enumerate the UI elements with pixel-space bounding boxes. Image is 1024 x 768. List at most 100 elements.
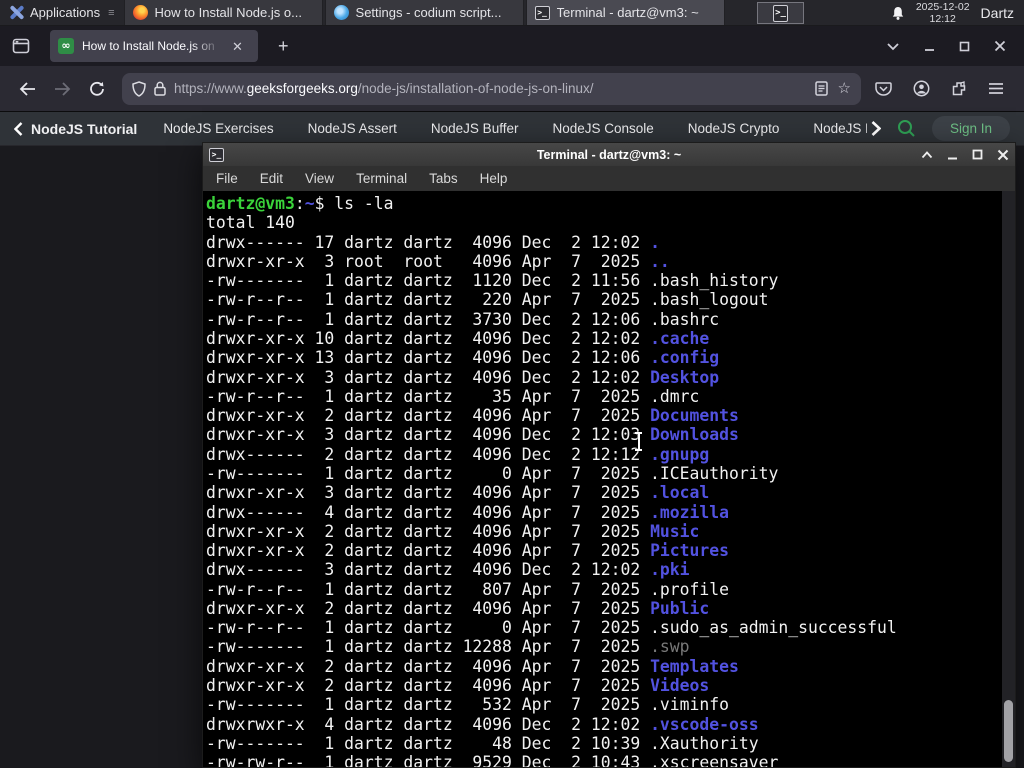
account-icon[interactable] (913, 80, 930, 97)
reload-button[interactable] (80, 81, 114, 97)
terminal-menu-terminal[interactable]: Terminal (347, 168, 416, 189)
terminal-scrollbar-thumb[interactable] (1004, 700, 1013, 762)
pocket-icon[interactable] (875, 81, 892, 97)
terminal-shade-button[interactable] (921, 150, 933, 159)
terminal-menu-view[interactable]: View (296, 168, 343, 189)
taskbar-button-codium[interactable]: Settings - codium script... (324, 0, 524, 25)
terminal-icon: >_ (534, 5, 550, 20)
terminal-line: drwxr-xr-x 2 dartz dartz 4096 Apr 7 2025… (206, 521, 700, 541)
gfg-nav-link[interactable]: NodeJS Buffer (431, 121, 519, 136)
gfg-search-icon[interactable] (897, 119, 916, 138)
reader-mode-icon[interactable] (814, 81, 828, 96)
terminal-line: -rw------- 1 dartz dartz 0 Apr 7 2025 .I… (206, 463, 779, 483)
tracking-shield-icon[interactable] (132, 80, 146, 97)
terminal-line: -rw-r--r-- 1 dartz dartz 807 Apr 7 2025 … (206, 579, 730, 599)
terminal-line: drwxr-xr-x 3 dartz dartz 4096 Dec 2 12:0… (206, 367, 720, 387)
terminal-line: drwx------ 3 dartz dartz 4096 Dec 2 12:0… (206, 560, 690, 580)
lock-icon[interactable] (154, 81, 166, 96)
terminal-line: -rw-r--r-- 1 dartz dartz 220 Apr 7 2025 … (206, 290, 769, 310)
session-user-menu[interactable]: Dartz (981, 5, 1014, 21)
terminal-line: drwxr-xr-x 2 dartz dartz 4096 Apr 7 2025… (206, 406, 739, 426)
terminal-line: drwxr-xr-x 2 dartz dartz 4096 Apr 7 2025… (206, 656, 739, 676)
firefox-view-button[interactable] (6, 32, 36, 60)
terminal-menubar: File Edit View Terminal Tabs Help (203, 166, 1015, 191)
browser-close-button[interactable] (994, 40, 1006, 52)
terminal-scrollbar[interactable] (1002, 191, 1015, 767)
extensions-icon[interactable] (951, 80, 967, 97)
gfg-nav-link[interactable]: NodeJS Crypto (688, 121, 780, 136)
terminal-line: -rw-rw-r-- 1 dartz dartz 9529 Dec 2 10:4… (206, 753, 779, 767)
terminal-line: drwxr-xr-x 10 dartz dartz 4096 Dec 2 12:… (206, 328, 710, 348)
forward-button[interactable] (45, 81, 80, 96)
new-tab-button[interactable]: + (272, 36, 295, 57)
system-tray: 2025-12-02 12:12 Dartz (891, 0, 1024, 26)
terminal-line: drwxr-xr-x 3 dartz dartz 4096 Apr 7 2025… (206, 483, 710, 503)
taskbar-button-terminal[interactable]: >_ Terminal - dartz@vm3: ~ (525, 0, 725, 25)
url-scheme: https://www. (174, 81, 247, 96)
terminal-line: drwxr-xr-x 2 dartz dartz 4096 Apr 7 2025… (206, 541, 730, 561)
notification-bell-icon[interactable] (891, 6, 905, 21)
codium-icon (333, 5, 349, 20)
back-button[interactable] (10, 81, 45, 96)
terminal-line: -rw------- 1 dartz dartz 1120 Dec 2 11:5… (206, 271, 779, 291)
workspace-switcher[interactable]: >_ (757, 2, 804, 24)
terminal-line: -rw-r--r-- 1 dartz dartz 0 Apr 7 2025 .s… (206, 618, 897, 638)
terminal-line: drwxr-xr-x 2 dartz dartz 4096 Apr 7 2025… (206, 598, 710, 618)
taskbar-window-title: How to Install Node.js o... (154, 5, 302, 20)
desktop-panel: Applications ≡ How to Install Node.js o.… (0, 0, 1024, 26)
terminal-menu-file[interactable]: File (207, 168, 247, 189)
window-taskbar: How to Install Node.js o... Settings - c… (123, 0, 727, 25)
terminal-line: -rw------- 1 dartz dartz 532 Apr 7 2025 … (206, 695, 730, 715)
applications-icon (9, 5, 25, 20)
browser-maximize-button[interactable] (959, 41, 970, 52)
desktop: Applications ≡ How to Install Node.js o.… (0, 0, 1024, 768)
menu-lines-icon: ≡ (108, 6, 115, 19)
terminal-close-button[interactable] (997, 149, 1009, 161)
terminal-line: -rw------- 1 dartz dartz 12288 Apr 7 202… (206, 637, 690, 657)
gfg-nav-link[interactable]: NodeJS Console (552, 121, 653, 136)
terminal-body[interactable]: dartz@vm3:~$ ls -la total 140 drwx------ 1… (203, 191, 1015, 767)
tab-close-button[interactable]: ✕ (230, 38, 245, 55)
terminal-menu-edit[interactable]: Edit (251, 168, 292, 189)
terminal-maximize-button[interactable] (972, 149, 983, 160)
applications-menu-button[interactable]: Applications ≡ (0, 0, 124, 25)
terminal-line: drwxr-xr-x 13 dartz dartz 4096 Dec 2 12:… (206, 348, 720, 368)
gfg-nav-link[interactable]: NodeJS DNS (813, 121, 867, 136)
terminal-menu-tabs[interactable]: Tabs (420, 168, 467, 189)
panel-clock[interactable]: 2025-12-02 12:12 (916, 1, 970, 25)
terminal-menu-help[interactable]: Help (471, 168, 517, 189)
tab-title: How to Install Node.js on (82, 39, 215, 53)
taskbar-button-firefox[interactable]: How to Install Node.js o... (123, 0, 323, 25)
browser-minimize-button[interactable] (924, 41, 935, 52)
navigation-toolbar: https://www.geeksforgeeks.org/node-js/in… (0, 66, 1024, 112)
url-text[interactable]: https://www.geeksforgeeks.org/node-js/in… (174, 81, 807, 96)
terminal-line: drwxrwxr-x 4 dartz dartz 4096 Dec 2 12:0… (206, 714, 759, 734)
terminal-titlebar[interactable]: >_ Terminal - dartz@vm3: ~ (203, 143, 1015, 166)
browser-tab-active[interactable]: ∞ How to Install Node.js on ✕ (50, 30, 258, 62)
terminal-line: drwxr-xr-x 3 root root 4096 Apr 7 2025 .… (206, 251, 670, 271)
terminal-line: -rw-r--r-- 1 dartz dartz 3730 Dec 2 12:0… (206, 309, 720, 329)
url-bar[interactable]: https://www.geeksforgeeks.org/node-js/in… (122, 72, 861, 105)
tab-strip: ∞ How to Install Node.js on ✕ + (0, 26, 1024, 66)
chevron-right-icon[interactable] (871, 121, 881, 136)
taskbar-window-title: Terminal - dartz@vm3: ~ (556, 5, 699, 20)
url-path: /node-js/installation-of-node-js-on-linu… (357, 81, 594, 96)
terminal-line: dartz@vm3:~$ ls -la (206, 194, 394, 213)
workspace-terminal-icon: >_ (773, 4, 788, 22)
gfg-nav-link[interactable]: NodeJS Assert (308, 121, 397, 136)
list-all-tabs-button[interactable] (886, 42, 900, 51)
terminal-line: drwxr-xr-x 2 dartz dartz 4096 Apr 7 2025… (206, 676, 710, 696)
clock-time: 12:12 (929, 13, 956, 25)
mouse-ibeam-cursor (633, 431, 644, 452)
gfg-back-link[interactable]: NodeJS Tutorial (14, 121, 137, 137)
gfg-nav-links: NodeJS Exercises NodeJS Assert NodeJS Buff… (163, 121, 867, 136)
terminal-output: dartz@vm3:~$ ls -la total 140 drwx------ 1… (206, 194, 999, 767)
gfg-nav-link[interactable]: NodeJS Exercises (163, 121, 273, 136)
terminal-title: Terminal - dartz@vm3: ~ (536, 147, 682, 162)
gfg-back-label: NodeJS Tutorial (31, 120, 138, 137)
terminal-line: drwx------ 2 dartz dartz 4096 Dec 2 12:1… (206, 444, 710, 464)
terminal-minimize-button[interactable] (947, 150, 958, 160)
menu-hamburger-icon[interactable] (988, 82, 1004, 95)
bookmark-star-icon[interactable]: ☆ (838, 81, 851, 96)
gfg-signin-button[interactable]: Sign In (931, 116, 1010, 141)
